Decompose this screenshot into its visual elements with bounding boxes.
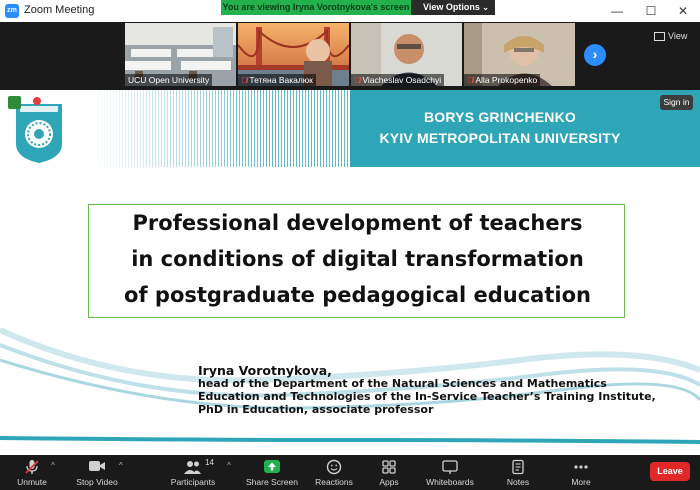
next-page-button[interactable]: › xyxy=(584,44,606,66)
whiteboard-icon xyxy=(442,460,458,474)
author-affiliation: PhD in Education, associate professor xyxy=(198,403,434,416)
mic-muted-icon: 🎙̸ xyxy=(354,75,361,85)
stop-video-button[interactable]: Stop Video xyxy=(67,455,127,490)
reactions-label: Reactions xyxy=(315,477,353,487)
close-button[interactable]: ✕ xyxy=(668,2,698,20)
participants-button[interactable]: Participants xyxy=(163,455,223,490)
video-tile[interactable]: UCU Open University xyxy=(125,23,236,86)
sign-in-button[interactable]: Sign in xyxy=(660,95,693,110)
participant-name: 🎙̸ Viacheslav Osadchyi xyxy=(351,74,445,86)
notes-label: Notes xyxy=(506,477,530,487)
zoom-app-icon: zm xyxy=(5,4,19,18)
chevron-up-icon[interactable]: ^ xyxy=(227,461,231,470)
participant-name: UCU Open University xyxy=(125,74,213,86)
video-tile[interactable]: 🎙̸ Тетяна Вакалюк xyxy=(238,23,349,86)
participants-label: Participants xyxy=(170,477,216,487)
apps-icon xyxy=(382,460,396,474)
participants-icon xyxy=(184,461,201,474)
more-dots-icon xyxy=(574,465,588,469)
video-tile[interactable]: 🎙̸ Viacheslav Osadchyi xyxy=(351,23,462,86)
share-screen-button[interactable]: Share Screen xyxy=(242,455,302,490)
author-name: Iryna Vorotnykova, xyxy=(198,363,332,378)
recording-indicator-icon xyxy=(33,97,41,105)
chevron-down-icon: ⌄ xyxy=(482,3,489,12)
whiteboards-label: Whiteboards xyxy=(426,477,474,487)
smiley-icon xyxy=(326,459,342,475)
window-title: Zoom Meeting xyxy=(24,4,95,16)
view-options-button[interactable]: View Options ⌄ xyxy=(411,0,495,15)
shared-slide: BORYS GRINCHENKO KYIV METROPOLITAN UNIVE… xyxy=(0,90,700,455)
view-options-label: View Options xyxy=(423,2,480,12)
chevron-right-icon: › xyxy=(592,46,598,62)
reactions-button[interactable]: Reactions xyxy=(304,455,364,490)
university-name-line2: KYIV METROPOLITAN UNIVERSITY xyxy=(379,130,621,146)
more-button[interactable]: More xyxy=(551,455,611,490)
university-logo xyxy=(16,104,62,163)
video-camera-icon xyxy=(89,461,105,471)
more-label: More xyxy=(571,477,591,487)
mic-muted-icon: 🎙̸ xyxy=(467,75,474,85)
view-button[interactable]: View xyxy=(654,29,687,43)
apps-label: Apps xyxy=(379,477,399,487)
slide-title-line: in conditions of digital transformation xyxy=(131,247,584,271)
whiteboards-button[interactable]: Whiteboards xyxy=(420,455,480,490)
leave-button[interactable]: Leave xyxy=(650,462,690,481)
participant-name: 🎙̸ Alla Prokopenko xyxy=(464,74,541,86)
participant-count: 14 xyxy=(205,458,214,467)
author-affiliation: head of the Department of the Natural Sc… xyxy=(198,377,607,390)
share-screen-icon xyxy=(264,460,280,473)
apps-button[interactable]: Apps xyxy=(359,455,419,490)
author-affiliation: Education and Technologies of the In-Ser… xyxy=(198,390,656,403)
slide-header: BORYS GRINCHENKO KYIV METROPOLITAN UNIVE… xyxy=(0,90,700,167)
mic-muted-icon: 🎙̸ xyxy=(241,75,248,85)
maximize-button[interactable]: ☐ xyxy=(636,2,666,20)
university-name-line1: BORYS GRINCHENKO xyxy=(423,109,577,125)
chevron-up-icon[interactable]: ^ xyxy=(119,461,123,470)
participant-name: 🎙̸ Тетяна Вакалюк xyxy=(238,74,316,86)
notes-button[interactable]: Notes xyxy=(488,455,548,490)
slide-title-line: Professional development of teachers xyxy=(132,211,583,235)
unmute-label: Unmute xyxy=(17,477,47,487)
notes-icon xyxy=(512,459,524,475)
security-shield-icon[interactable] xyxy=(8,96,21,109)
video-tile[interactable]: 🎙̸ Alla Prokopenko xyxy=(464,23,575,86)
chevron-up-icon[interactable]: ^ xyxy=(51,461,55,470)
stop-video-label: Stop Video xyxy=(76,477,118,487)
stripe-fade xyxy=(92,90,350,167)
grid-view-icon xyxy=(654,32,665,42)
university-banner xyxy=(350,90,700,167)
mic-muted-icon xyxy=(25,460,39,474)
minimize-button[interactable]: — xyxy=(602,2,632,20)
wave-decoration xyxy=(0,327,700,444)
share-screen-label: Share Screen xyxy=(246,477,298,487)
screen-share-banner: You are viewing Iryna Vorotnykova's scre… xyxy=(221,0,411,15)
